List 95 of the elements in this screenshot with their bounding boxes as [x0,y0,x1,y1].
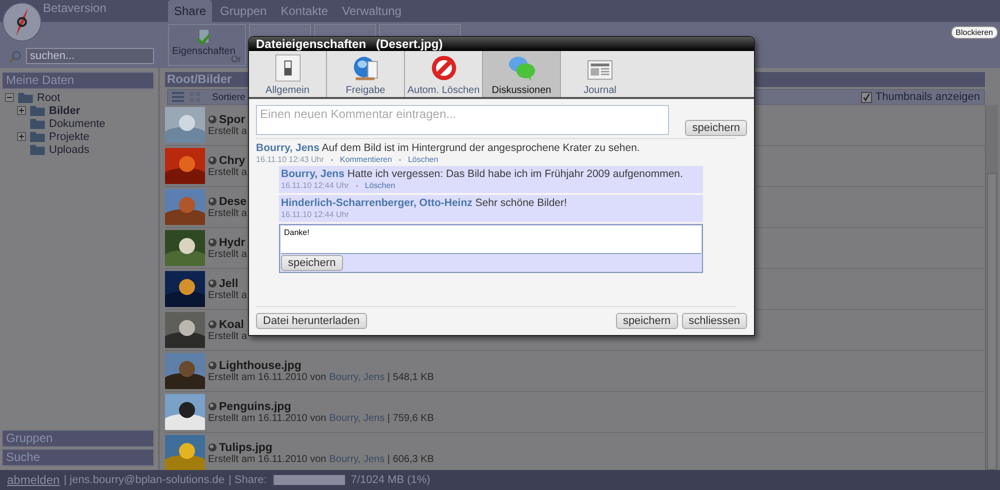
dialog-title: Dateieigenschaften (Desert.jpg) [249,37,754,51]
dialog-tab[interactable]: Diskussionen [483,51,561,97]
file-name[interactable]: Jell [219,278,238,290]
globe-icon [208,197,217,206]
nav-tab[interactable]: Share [168,0,212,22]
folder-icon [30,131,45,142]
separator-dot [330,158,333,160]
globe-icon [208,156,217,165]
file-name[interactable]: Chry [219,154,246,166]
file-name[interactable]: Hydr [219,236,246,248]
tree-item[interactable]: Uploads [5,143,154,156]
scrollbar[interactable] [985,105,998,470]
comment-action-link[interactable]: Löschen [408,155,438,164]
separator-dot [356,184,358,186]
separator-dot [398,158,401,160]
switch-icon [274,54,302,82]
save-button[interactable]: speichern [281,255,343,271]
nav-tab[interactable]: Kontakte [274,0,334,22]
file-details: Erstellt am 16.11.2010 von [208,454,326,464]
globe-icon [208,238,217,247]
newspaper-icon [586,58,614,82]
file-name[interactable]: Spor [219,114,246,126]
reply-input[interactable]: Danke! [281,226,701,254]
globe-icon [208,115,217,124]
file-details: Erstellt a [208,126,247,136]
file-size: | 759,6 KB [387,412,434,424]
globe-icon [208,279,217,288]
file-name[interactable]: Penguins.jpg [219,400,292,412]
search-field[interactable]: suchen... [26,48,154,64]
account-email: | jens.bourry@bplan-solutions.de [64,474,224,486]
file-size: | 606,3 KB [387,454,434,464]
folder-icon [30,118,45,129]
tree-item[interactable]: Dokumente [5,117,154,130]
comment-text: Hinderlich-Scharrenberger, Otto-Heinz Sehr schöne Bilder! [281,197,568,209]
properties-button[interactable]: Eigenschaften [169,25,238,57]
dialog-button[interactable]: speichern [616,313,678,329]
folder-icon [30,105,45,116]
file-details: Erstellt a [208,290,247,300]
expander-icon[interactable] [17,106,26,115]
section-header[interactable]: Meine Daten [2,72,154,89]
comment-time: 16.11.10 12:43 Uhr [256,155,324,164]
nav-tab[interactable]: Verwaltung [336,0,408,22]
nav-tab[interactable]: Gruppen [214,0,273,22]
checkbox[interactable] [861,92,872,102]
checkbox-label: Thumbnails anzeigen [875,91,980,103]
file-details: Erstellt am 16.11.2010 von [208,372,326,382]
file-details: Erstellt a [208,330,247,342]
comment-action-link[interactable]: Löschen [364,181,396,190]
file-name[interactable]: Dese [219,196,246,208]
section-header[interactable]: Gruppen [2,430,154,447]
owner-link[interactable]: Bourry, Jens [329,454,385,464]
globe-icon [208,361,217,370]
globe-icon [208,443,217,452]
globe-document-icon [352,54,380,82]
comment-time: 16.11.10 12:44 Uhr [281,210,349,219]
save-button[interactable]: speichern [685,120,747,136]
file-name[interactable]: Tulips.jpg [219,442,272,454]
file-details: Erstellt a [208,208,247,218]
expander-icon[interactable] [17,132,26,141]
share-label: | Share: [228,474,267,486]
tree-item[interactable]: Projekte [5,130,154,143]
comment-input[interactable]: Einen neuen Kommentar eintragen... [256,105,670,135]
sort-label[interactable]: Sortiere [212,92,246,102]
comment-action-link[interactable]: Kommentieren [340,155,392,164]
block-button[interactable]: Blockieren [950,26,998,39]
folder-icon [30,144,45,155]
document-arrow-icon [194,28,213,46]
chat-bubbles-icon [506,54,536,82]
file-details: Erstellt am 16.11.2010 von [208,412,326,424]
owner-link[interactable]: Bourry, Jens [329,372,385,382]
file-details: Erstellt a [208,248,247,260]
app-title: Betaversion [43,1,106,15]
search-icon [9,50,22,62]
globe-icon [208,320,217,329]
file-size: | 548,1 KB [387,372,434,382]
compass-logo-icon [2,2,42,42]
logout-link[interactable]: abmelden [7,473,60,487]
forbidden-icon [430,54,458,82]
dialog-button[interactable]: schliessen [682,313,747,329]
tree-item[interactable]: Bilder [5,104,154,117]
comment-time: 16.11.10 12:44 Uhr [281,181,349,190]
owner-link[interactable]: Bourry, Jens [329,412,385,424]
download-button[interactable]: Datei herunterladen [256,313,367,329]
section-header[interactable]: Suche [2,449,154,466]
globe-icon [208,402,217,411]
file-name[interactable]: Koal [219,318,244,330]
file-name[interactable]: Lighthouse.jpg [219,360,302,372]
expander-icon[interactable] [5,93,14,102]
storage-usage: 7/1024 MB (1%) [350,474,430,486]
file-details: Erstellt a [208,166,247,178]
comment-text: Bourry, Jens Auf dem Bild ist im Hintergrund der angesprochene Krater zu sehen. [256,142,641,154]
tree-item[interactable]: Root [5,91,154,104]
comment-text: Bourry, Jens Hatte ich vergessen: Das Bild habe ich im Frühjahr 2009 aufgenommen. [281,168,684,180]
dialog-tab[interactable]: Autom. Löschen [405,51,483,97]
folder-icon [18,92,33,103]
